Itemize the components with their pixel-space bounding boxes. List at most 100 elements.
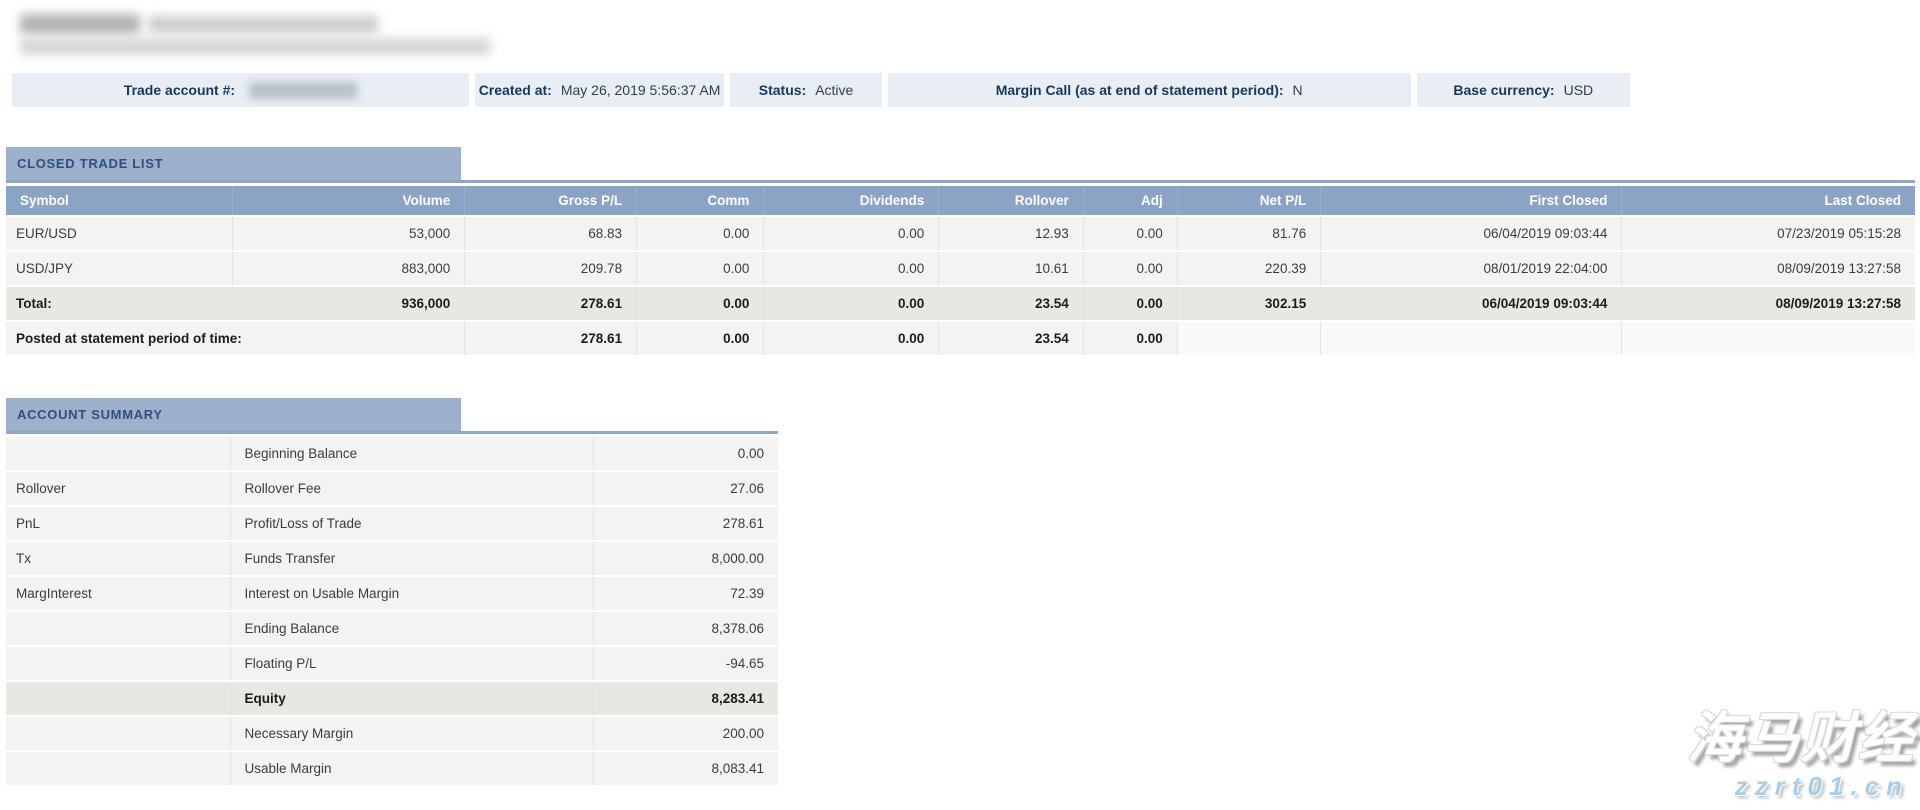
column-header-volume: Volume [232,186,464,216]
cell-first-closed-empty [1321,321,1622,356]
cell-dividends: 0.00 [764,216,939,251]
watermark-site-text: zzrt01.cn [1687,771,1915,802]
closed-trade-list-title: CLOSED TRADE LIST [6,147,461,180]
summary-value: -94.65 [593,646,778,681]
summary-value: 0.00 [593,437,778,471]
summary-label: Interest on Usable Margin [230,576,593,611]
cell-rollover: 10.61 [939,251,1084,286]
closed-trade-list-section: CLOSED TRADE LIST SymbolVolumeGross P/LC… [6,147,1915,357]
summary-label: Beginning Balance [230,437,593,471]
summary-code [6,681,230,716]
summary-value: 8,378.06 [593,611,778,646]
summary-value: 278.61 [593,506,778,541]
cell-dividends: 0.00 [764,321,939,356]
cell-comm: 0.00 [637,216,764,251]
summary-label: Rollover Fee [230,471,593,506]
cell-adj: 0.00 [1083,216,1177,251]
cell-gross-p-l: 209.78 [465,251,637,286]
summary-code: PnL [6,506,230,541]
cell-comm: 0.00 [637,321,764,356]
cell-first-closed: 06/04/2019 09:03:44 [1321,216,1622,251]
account-summary-title: ACCOUNT SUMMARY [6,398,461,431]
summary-value: 200.00 [593,716,778,751]
account-summary-section: ACCOUNT SUMMARY Beginning Balance0.00Rol… [6,398,778,787]
cell-last-closed: 08/09/2019 13:27:58 [1622,251,1915,286]
cell-gross-p-l: 278.61 [465,321,637,356]
cell-net-p-l: 81.76 [1177,216,1321,251]
cell-symbol: EUR/USD [6,216,232,251]
summary-code [6,716,230,751]
summary-row-funds-transfer: TxFunds Transfer8,000.00 [6,541,778,576]
cell-rollover: 23.54 [939,286,1084,321]
account-number-redacted [249,82,357,99]
cell-comm: 0.00 [637,251,764,286]
summary-row-floating-p-l: Floating P/L-94.65 [6,646,778,681]
margin-call-value: N [1293,82,1303,98]
cell-adj: 0.00 [1083,321,1177,356]
summary-label: Floating P/L [230,646,593,681]
summary-code: MargInterest [6,576,230,611]
cell-net-p-l-empty [1177,321,1321,356]
cell-symbol: Total: [6,286,232,321]
summary-label: Necessary Margin [230,716,593,751]
cell-first-closed: 08/01/2019 22:04:00 [1321,251,1622,286]
account-info-bar: Trade account #: Created at: May 26, 201… [12,73,1630,107]
summary-code: Rollover [6,471,230,506]
summary-value: 8,083.41 [593,751,778,786]
summary-value: 8,283.41 [593,681,778,716]
base-currency-value: USD [1564,82,1594,98]
summary-code [6,611,230,646]
cell-rollover: 12.93 [939,216,1084,251]
created-at-label: Created at: [479,82,552,98]
trade-row-eur-usd: EUR/USD53,00068.830.000.0012.930.0081.76… [6,216,1915,251]
summary-row-equity: Equity8,283.41 [6,681,778,716]
cell-adj: 0.00 [1083,286,1177,321]
logo-blur-block [20,38,490,55]
cell-volume: 936,000 [232,286,464,321]
column-header-dividends: Dividends [764,186,939,216]
column-header-first-closed: First Closed [1321,186,1622,216]
posted-row-label: Posted at statement period of time: [6,321,465,356]
closed-trade-list-tab-bar: CLOSED TRADE LIST [6,147,1915,183]
closed-trade-table: SymbolVolumeGross P/LCommDividendsRollov… [6,186,1915,357]
trade-account-field: Trade account #: [12,73,469,107]
cell-volume: 53,000 [232,216,464,251]
cell-dividends: 0.00 [764,286,939,321]
logo-blur-block [20,14,140,34]
summary-row-beginning-balance: Beginning Balance0.00 [6,437,778,471]
trade-row-usd-jpy: USD/JPY883,000209.780.000.0010.610.00220… [6,251,1915,286]
cell-symbol: USD/JPY [6,251,232,286]
summary-code: Tx [6,541,230,576]
cell-adj: 0.00 [1083,251,1177,286]
cell-last-closed: 08/09/2019 13:27:58 [1622,286,1915,321]
summary-label: Profit/Loss of Trade [230,506,593,541]
cell-rollover: 23.54 [939,321,1084,356]
summary-row-interest-on-usable-margin: MargInterestInterest on Usable Margin72.… [6,576,778,611]
column-header-gross-p-l: Gross P/L [465,186,637,216]
margin-call-field: Margin Call (as at end of statement peri… [888,73,1411,107]
summary-value: 72.39 [593,576,778,611]
account-summary-tab-bar: ACCOUNT SUMMARY [6,398,778,434]
summary-label: Funds Transfer [230,541,593,576]
column-header-comm: Comm [637,186,764,216]
company-logo-blurred [18,12,508,60]
column-header-rollover: Rollover [939,186,1084,216]
column-header-adj: Adj [1083,186,1177,216]
cell-gross-p-l: 278.61 [465,286,637,321]
column-header-symbol: Symbol [6,186,232,216]
account-summary-table: Beginning Balance0.00RolloverRollover Fe… [6,437,778,787]
column-header-last-closed: Last Closed [1622,186,1915,216]
summary-label: Equity [230,681,593,716]
watermark: 海马财经 zzrt01.cn [1687,711,1915,802]
summary-row-ending-balance: Ending Balance8,378.06 [6,611,778,646]
status-value: Active [815,82,853,98]
cell-dividends: 0.00 [764,251,939,286]
created-at-field: Created at: May 26, 2019 5:56:37 AM [475,73,724,107]
cell-comm: 0.00 [637,286,764,321]
cell-net-p-l: 220.39 [1177,251,1321,286]
status-field: Status: Active [730,73,882,107]
summary-row-usable-margin: Usable Margin8,083.41 [6,751,778,786]
margin-call-label: Margin Call (as at end of statement peri… [996,82,1284,98]
summary-label: Ending Balance [230,611,593,646]
summary-value: 27.06 [593,471,778,506]
